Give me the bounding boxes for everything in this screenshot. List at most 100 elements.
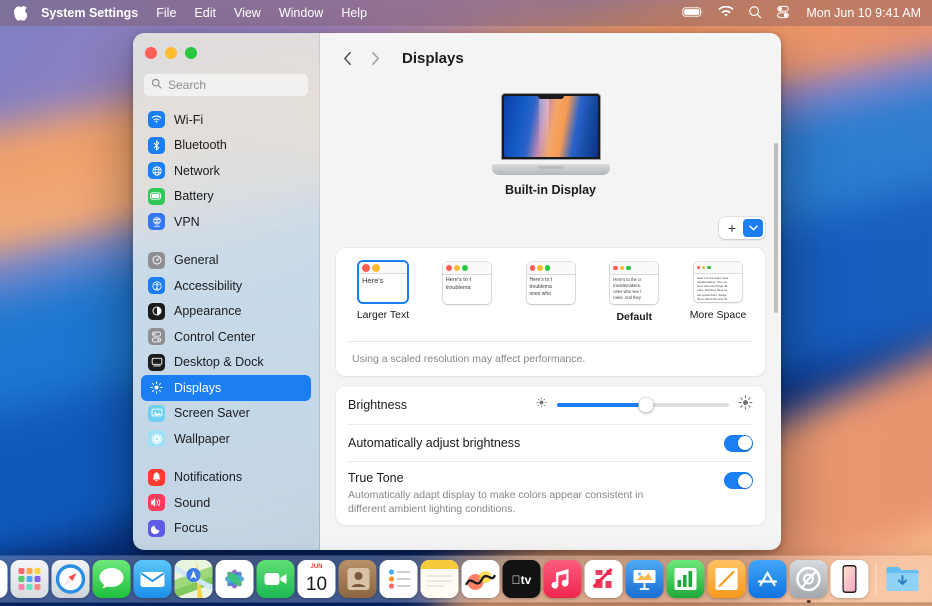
dock-item-facetime[interactable]: [257, 560, 295, 598]
dock-item-news[interactable]: [585, 560, 623, 598]
dock-item-freeform[interactable]: [462, 560, 500, 598]
dock-item-reminders[interactable]: [380, 560, 418, 598]
sidebar-item-bluetooth[interactable]: Bluetooth: [141, 133, 311, 159]
dock-item-downloads-folder[interactable]: [884, 560, 922, 598]
auto-brightness-toggle[interactable]: [724, 435, 753, 452]
dock-icon-notes[interactable]: [421, 560, 459, 598]
resolution-options[interactable]: Here'sLarger Text Here's to ttroublema Her…: [348, 262, 753, 323]
dock-item-calendar[interactable]: JUN10: [298, 560, 336, 598]
search-input[interactable]: Search: [143, 73, 309, 97]
sidebar-list[interactable]: Wi-Fi Bluetooth Network Battery: [133, 107, 319, 548]
dock-icon-mail[interactable]: [134, 560, 172, 598]
dock-icon-trash[interactable]: [925, 560, 932, 598]
chevron-down-icon[interactable]: [743, 219, 763, 237]
menu-help[interactable]: Help: [341, 6, 367, 20]
dock-icon-photos[interactable]: [216, 560, 254, 598]
dock-item-numbers[interactable]: [667, 560, 705, 598]
control-center-icon[interactable]: [776, 5, 790, 22]
dock-item-mail[interactable]: [134, 560, 172, 598]
dock-item-launchpad[interactable]: [11, 560, 49, 598]
dock-icon-messages[interactable]: [93, 560, 131, 598]
sidebar-item-appearance[interactable]: Appearance: [141, 299, 311, 325]
resolution-option-1[interactable]: Here's to ttroublema: [436, 262, 498, 311]
apple-logo-icon[interactable]: [14, 6, 27, 21]
dock-icon-keynote[interactable]: [626, 560, 664, 598]
brightness-slider-thumb[interactable]: [639, 398, 654, 413]
brightness-slider[interactable]: [557, 403, 729, 407]
add-icon[interactable]: +: [721, 221, 743, 235]
resolution-option-3[interactable]: Here's to the crtroublemakers.ones who s…: [603, 262, 665, 323]
dock-icon-contacts[interactable]: [339, 560, 377, 598]
dock-item-safari[interactable]: [52, 560, 90, 598]
dock-icon-facetime[interactable]: [257, 560, 295, 598]
search-icon[interactable]: [748, 5, 762, 22]
dock-item-appletv[interactable]: tv: [503, 560, 541, 598]
sidebar-item-network[interactable]: Network: [141, 158, 311, 184]
sidebar-item-displays[interactable]: Displays: [141, 375, 311, 401]
dock-item-notes[interactable]: [421, 560, 459, 598]
dock-icon-launchpad[interactable]: [11, 560, 49, 598]
dock-item-keynote[interactable]: [626, 560, 664, 598]
resolution-option-0[interactable]: Here'sLarger Text: [352, 262, 414, 321]
resolution-option-2[interactable]: Here's to ttroublemaones who: [520, 262, 582, 311]
sidebar-item-desktop-dock[interactable]: Desktop & Dock: [141, 350, 311, 376]
dock-item-trash[interactable]: [925, 560, 932, 598]
dock-icon-pages[interactable]: [708, 560, 746, 598]
dock-icon-maps[interactable]: [175, 560, 213, 598]
dock-item-pages[interactable]: [708, 560, 746, 598]
dock-item-appstore[interactable]: [749, 560, 787, 598]
dock-icon-calendar[interactable]: JUN10: [298, 560, 336, 598]
menu-bar-clock[interactable]: Mon Jun 10 9:41 AM: [806, 6, 921, 20]
dock-item-system-settings[interactable]: [790, 560, 828, 598]
content-scroll-area[interactable]: Built-in Display + Here'sLarger TextHere…: [320, 83, 781, 550]
dock-item-iphone-mirroring[interactable]: [831, 560, 869, 598]
dock-icon-reminders[interactable]: [380, 560, 418, 598]
sidebar-item-accessibility[interactable]: Accessibility: [141, 273, 311, 299]
minimize-button[interactable]: [165, 47, 177, 59]
dock-icon-news[interactable]: [585, 560, 623, 598]
menu-window[interactable]: Window: [279, 6, 323, 20]
true-tone-toggle[interactable]: [724, 472, 753, 489]
sidebar-item-battery[interactable]: Battery: [141, 184, 311, 210]
dock-item-maps[interactable]: [175, 560, 213, 598]
dock-icon-system-settings[interactable]: [790, 560, 828, 598]
dock-icon-finder[interactable]: [0, 560, 8, 598]
dock-item-contacts[interactable]: [339, 560, 377, 598]
sidebar-item-label: Network: [174, 164, 220, 178]
menu-edit[interactable]: Edit: [194, 6, 216, 20]
zoom-button[interactable]: [185, 47, 197, 59]
dock-icon-appstore[interactable]: [749, 560, 787, 598]
dock-item-finder[interactable]: [0, 560, 8, 598]
sidebar-item-sound[interactable]: Sound: [141, 490, 311, 516]
sidebar-item-notifications[interactable]: Notifications: [141, 465, 311, 491]
dock-icon-numbers[interactable]: [667, 560, 705, 598]
add-display-button[interactable]: +: [719, 217, 765, 239]
back-button[interactable]: [336, 47, 358, 69]
content-scrollbar[interactable]: [774, 143, 778, 313]
forward-button[interactable]: [364, 47, 386, 69]
menu-view[interactable]: View: [234, 6, 261, 20]
menu-file[interactable]: File: [156, 6, 176, 20]
dock-icon-iphone-mirroring[interactable]: [831, 560, 869, 598]
battery-icon[interactable]: [682, 6, 704, 21]
sidebar-item-screen-saver[interactable]: Screen Saver: [141, 401, 311, 427]
resolution-option-4[interactable]: Here's to the crazy ones.troublemakers. …: [687, 262, 749, 321]
sidebar-item-general[interactable]: General: [141, 248, 311, 274]
sidebar-item-focus[interactable]: Focus: [141, 516, 311, 542]
dock-icon-music[interactable]: [544, 560, 582, 598]
dock-item-music[interactable]: [544, 560, 582, 598]
built-in-display-illustration[interactable]: [492, 93, 610, 175]
close-button[interactable]: [145, 47, 157, 59]
sidebar-item-wi-fi[interactable]: Wi-Fi: [141, 107, 311, 133]
sidebar-item-vpn[interactable]: VPN: [141, 209, 311, 235]
sidebar-item-control-center[interactable]: Control Center: [141, 324, 311, 350]
dock-icon-freeform[interactable]: [462, 560, 500, 598]
wifi-icon[interactable]: [718, 6, 734, 21]
menu-system-settings[interactable]: System Settings: [41, 6, 138, 20]
dock-icon-downloads-folder[interactable]: [884, 560, 922, 598]
dock-icon-appletv[interactable]: tv: [503, 560, 541, 598]
dock-icon-safari[interactable]: [52, 560, 90, 598]
sidebar-item-wallpaper[interactable]: Wallpaper: [141, 426, 311, 452]
dock-item-messages[interactable]: [93, 560, 131, 598]
dock-item-photos[interactable]: [216, 560, 254, 598]
